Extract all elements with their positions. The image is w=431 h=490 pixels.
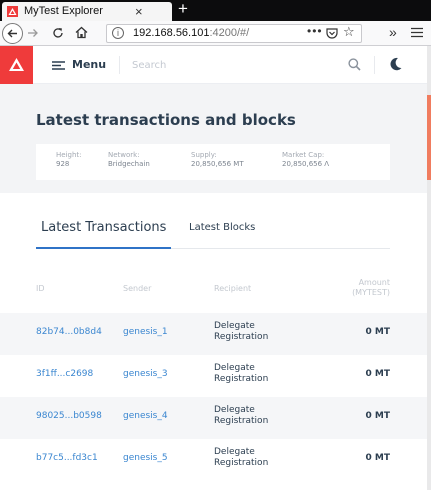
pocket-icon[interactable]: [326, 28, 338, 39]
stat-height: Height: 928: [56, 151, 82, 169]
bookmark-star-icon[interactable]: ☆: [343, 25, 355, 40]
header-divider: [119, 56, 120, 74]
table-row: 82b74...0b8d4 genesis_1 Delegate Registr…: [0, 313, 431, 355]
stats-card: Height: 928 Network: Bridgechain Supply:…: [36, 144, 390, 180]
amount-cell: 0 MT: [365, 453, 391, 463]
page-actions-icon[interactable]: •••: [307, 24, 323, 38]
column-header-amount: Amount (MYTEST): [352, 278, 390, 298]
browser-tab[interactable]: MyTest Explorer ×: [2, 2, 172, 21]
recipient-line: Registration: [214, 458, 269, 468]
column-header-sender: Sender: [123, 284, 152, 293]
stat-label: Network:: [108, 151, 140, 159]
sender-link[interactable]: genesis_1: [123, 327, 168, 337]
search-icon[interactable]: [348, 58, 361, 71]
favicon-icon: [7, 6, 18, 17]
recipient-line: Registration: [214, 332, 269, 342]
table-row: 98025...b0598 genesis_4 Delegate Registr…: [0, 397, 431, 439]
overflow-icon[interactable]: »: [389, 24, 397, 40]
browser-nav-bar: i 192.168.56.101:4200/#/ ••• ☆ »: [0, 21, 431, 46]
sender-link[interactable]: genesis_5: [123, 453, 168, 463]
back-arrow-icon: [7, 29, 17, 38]
stat-network: Network: Bridgechain: [108, 151, 150, 169]
browser-tab-bar: MyTest Explorer × +: [0, 0, 431, 21]
menu-label: Menu: [72, 58, 107, 71]
logo-icon: [9, 58, 24, 71]
sender-link[interactable]: genesis_4: [123, 411, 168, 421]
tab-close-icon[interactable]: ×: [135, 4, 143, 19]
menu-lines-icon: [52, 61, 65, 70]
recipient-cell: Delegate Registration: [214, 447, 268, 469]
reload-icon[interactable]: [51, 26, 65, 40]
amount-cell: 0 MT: [365, 411, 391, 421]
forward-arrow-icon[interactable]: [26, 26, 40, 40]
sender-link[interactable]: genesis_3: [123, 369, 168, 379]
tab-latest-transactions[interactable]: Latest Transactions: [36, 219, 172, 249]
stat-label: Height:: [56, 151, 82, 159]
hamburger-menu-icon[interactable]: [411, 27, 423, 38]
page-title: Latest transactions and blocks: [36, 111, 296, 129]
recipient-line: Delegate: [214, 405, 255, 415]
header-divider: [374, 56, 375, 74]
moon-icon[interactable]: [389, 57, 402, 71]
amount-cell: 0 MT: [365, 327, 391, 337]
main-panel: Latest Transactions Latest Blocks ID Sen…: [0, 193, 431, 490]
new-tab-button[interactable]: +: [178, 0, 188, 19]
recipient-line: Delegate: [214, 363, 255, 373]
transaction-id-link[interactable]: 82b74...0b8d4: [36, 327, 102, 337]
url-path: :4200/#/: [209, 27, 250, 39]
tabs-row: Latest Transactions Latest Blocks: [36, 219, 390, 249]
table-row: b77c5...fd3c1 genesis_5 Delegate Registr…: [0, 439, 431, 481]
tab-title: MyTest Explorer: [24, 5, 103, 17]
recipient-cell: Delegate Registration: [214, 363, 268, 385]
site-info-icon[interactable]: i: [112, 27, 124, 39]
stat-label: Supply:: [191, 151, 217, 159]
recipient-line: Registration: [214, 416, 269, 426]
transaction-id-link[interactable]: 98025...b0598: [36, 411, 102, 421]
recipient-line: Delegate: [214, 447, 255, 457]
logo[interactable]: [0, 46, 33, 84]
stat-value: 20,850,656 MT: [191, 160, 244, 168]
stat-market-cap: Market Cap: 20,850,656 Ʌ: [282, 151, 329, 169]
recipient-line: Registration: [214, 374, 269, 384]
home-icon[interactable]: [74, 25, 89, 40]
search-input[interactable]: [132, 56, 322, 74]
recipient-line: Delegate: [214, 321, 255, 331]
table-row: 3f1ff...c2698 genesis_3 Delegate Registr…: [0, 355, 431, 397]
amount-header-unit: (MYTEST): [352, 288, 390, 297]
stat-value: 20,850,656 Ʌ: [282, 160, 330, 168]
scrollbar-thumb[interactable]: [427, 95, 431, 180]
url-bar[interactable]: i 192.168.56.101:4200/#/ ••• ☆: [106, 24, 362, 43]
site-header: Menu: [0, 46, 431, 84]
url-host: 192.168.56.101: [133, 27, 210, 39]
column-header-id: ID: [36, 284, 45, 293]
amount-cell: 0 MT: [365, 369, 391, 379]
transaction-id-link[interactable]: b77c5...fd3c1: [36, 453, 98, 463]
back-button[interactable]: [2, 23, 23, 44]
stat-label: Market Cap:: [282, 151, 325, 159]
table-header: ID Sender Recipient Amount (MYTEST): [0, 265, 431, 313]
tab-latest-blocks[interactable]: Latest Blocks: [189, 222, 255, 233]
stat-value: Bridgechain: [108, 160, 150, 168]
url-text[interactable]: 192.168.56.101:4200/#/: [133, 27, 249, 39]
recipient-cell: Delegate Registration: [214, 321, 268, 343]
column-header-recipient: Recipient: [214, 284, 252, 293]
stat-value: 928: [56, 160, 70, 168]
amount-header-label: Amount: [358, 278, 390, 287]
transaction-id-link[interactable]: 3f1ff...c2698: [36, 369, 93, 379]
recipient-cell: Delegate Registration: [214, 405, 268, 427]
stat-supply: Supply: 20,850,656 MT: [191, 151, 244, 169]
